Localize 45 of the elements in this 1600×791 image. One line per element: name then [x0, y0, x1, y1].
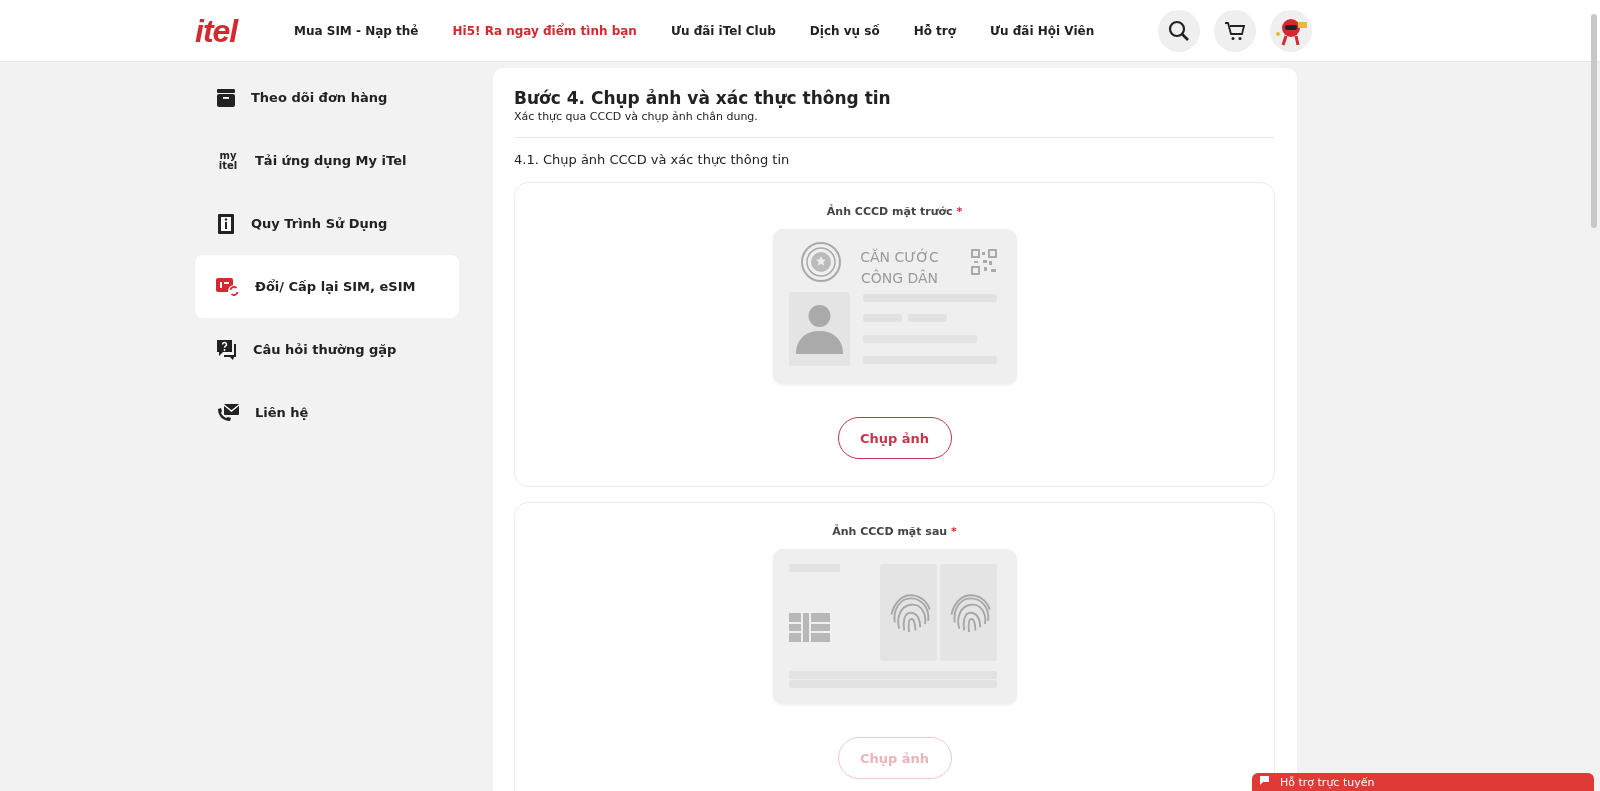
cart-icon — [1224, 19, 1246, 42]
nav-link[interactable]: Ưu đãi Hội Viên — [990, 23, 1095, 38]
portrait-silhouette-icon — [788, 292, 850, 366]
chat-icon — [1260, 776, 1272, 786]
nav-link[interactable]: Hỗ trợ — [913, 23, 957, 38]
app-logo-text: itel — [218, 160, 238, 171]
itel-logo[interactable]: itel — [195, 14, 265, 47]
sidebar-item-label: Liên hệ — [255, 405, 309, 420]
section-heading: 4.1. Chụp ảnh CCCD và xác thực thông tin — [514, 152, 791, 167]
cart-button[interactable] — [1214, 9, 1256, 52]
sidebar-item[interactable]: Câu hỏi thường gặp — [195, 318, 459, 381]
id-card-title: CĂN CƯỚC — [859, 247, 940, 267]
online-support-button[interactable]: Hỗ trợ trực tuyến — [1252, 773, 1594, 791]
step-title: Bước 4. Chụp ảnh và xác thực thông tin — [514, 88, 892, 108]
qr-code-icon — [970, 249, 997, 275]
sidebar-item[interactable]: Liên hệ — [195, 381, 459, 444]
scrollbar-thumb[interactable] — [1591, 14, 1597, 228]
search-button[interactable] — [1158, 9, 1200, 52]
upload-label: Ảnh CCCD mặt sau * — [832, 525, 957, 538]
step-subtitle: Xác thực qua CCCD và chụp ảnh chân dung. — [514, 110, 759, 123]
emblem-icon — [799, 241, 842, 283]
nav-link[interactable]: Dịch vụ số — [809, 23, 880, 38]
upload-label: Ảnh CCCD mặt trước * — [826, 205, 963, 218]
nav-link[interactable]: Ưu đãi iTel Club — [670, 23, 776, 38]
avatar[interactable] — [1270, 9, 1312, 52]
phone-mail-icon — [215, 401, 241, 424]
app-logo-text: my — [219, 150, 237, 161]
question-chat-icon — [215, 337, 239, 362]
search-icon — [1168, 19, 1190, 42]
box-icon — [215, 86, 237, 109]
sidebar-item-label: Quy Trình Sử Dụng — [251, 216, 388, 231]
nav-link[interactable]: Hi5! Ra ngay điểm tình bạn — [452, 23, 637, 38]
sidebar-item[interactable]: Theo dõi đơn hàng — [195, 66, 459, 129]
id-card-title: CÔNG DÂN — [859, 268, 940, 288]
sidebar-item-label: Đổi/ Cấp lại SIM, eSIM — [255, 279, 416, 294]
capture-photo-button[interactable]: Chụp ảnh — [837, 417, 952, 459]
sidebar-item-label: Câu hỏi thường gặp — [253, 342, 397, 357]
nav-link[interactable]: Mua SIM - Nạp thẻ — [294, 23, 419, 38]
sidebar-item[interactable]: Quy Trình Sử Dụng — [195, 192, 459, 255]
sidebar-item-label: Tải ứng dụng My iTel — [255, 153, 407, 168]
sidebar-item[interactable]: Đổi/ Cấp lại SIM, eSIM — [195, 255, 459, 318]
sidebar-item[interactable]: my itel Tải ứng dụng My iTel — [195, 129, 459, 192]
sim-swap-icon — [215, 275, 241, 298]
info-book-icon — [215, 211, 237, 236]
sidebar-item-label: Theo dõi đơn hàng — [251, 90, 388, 105]
